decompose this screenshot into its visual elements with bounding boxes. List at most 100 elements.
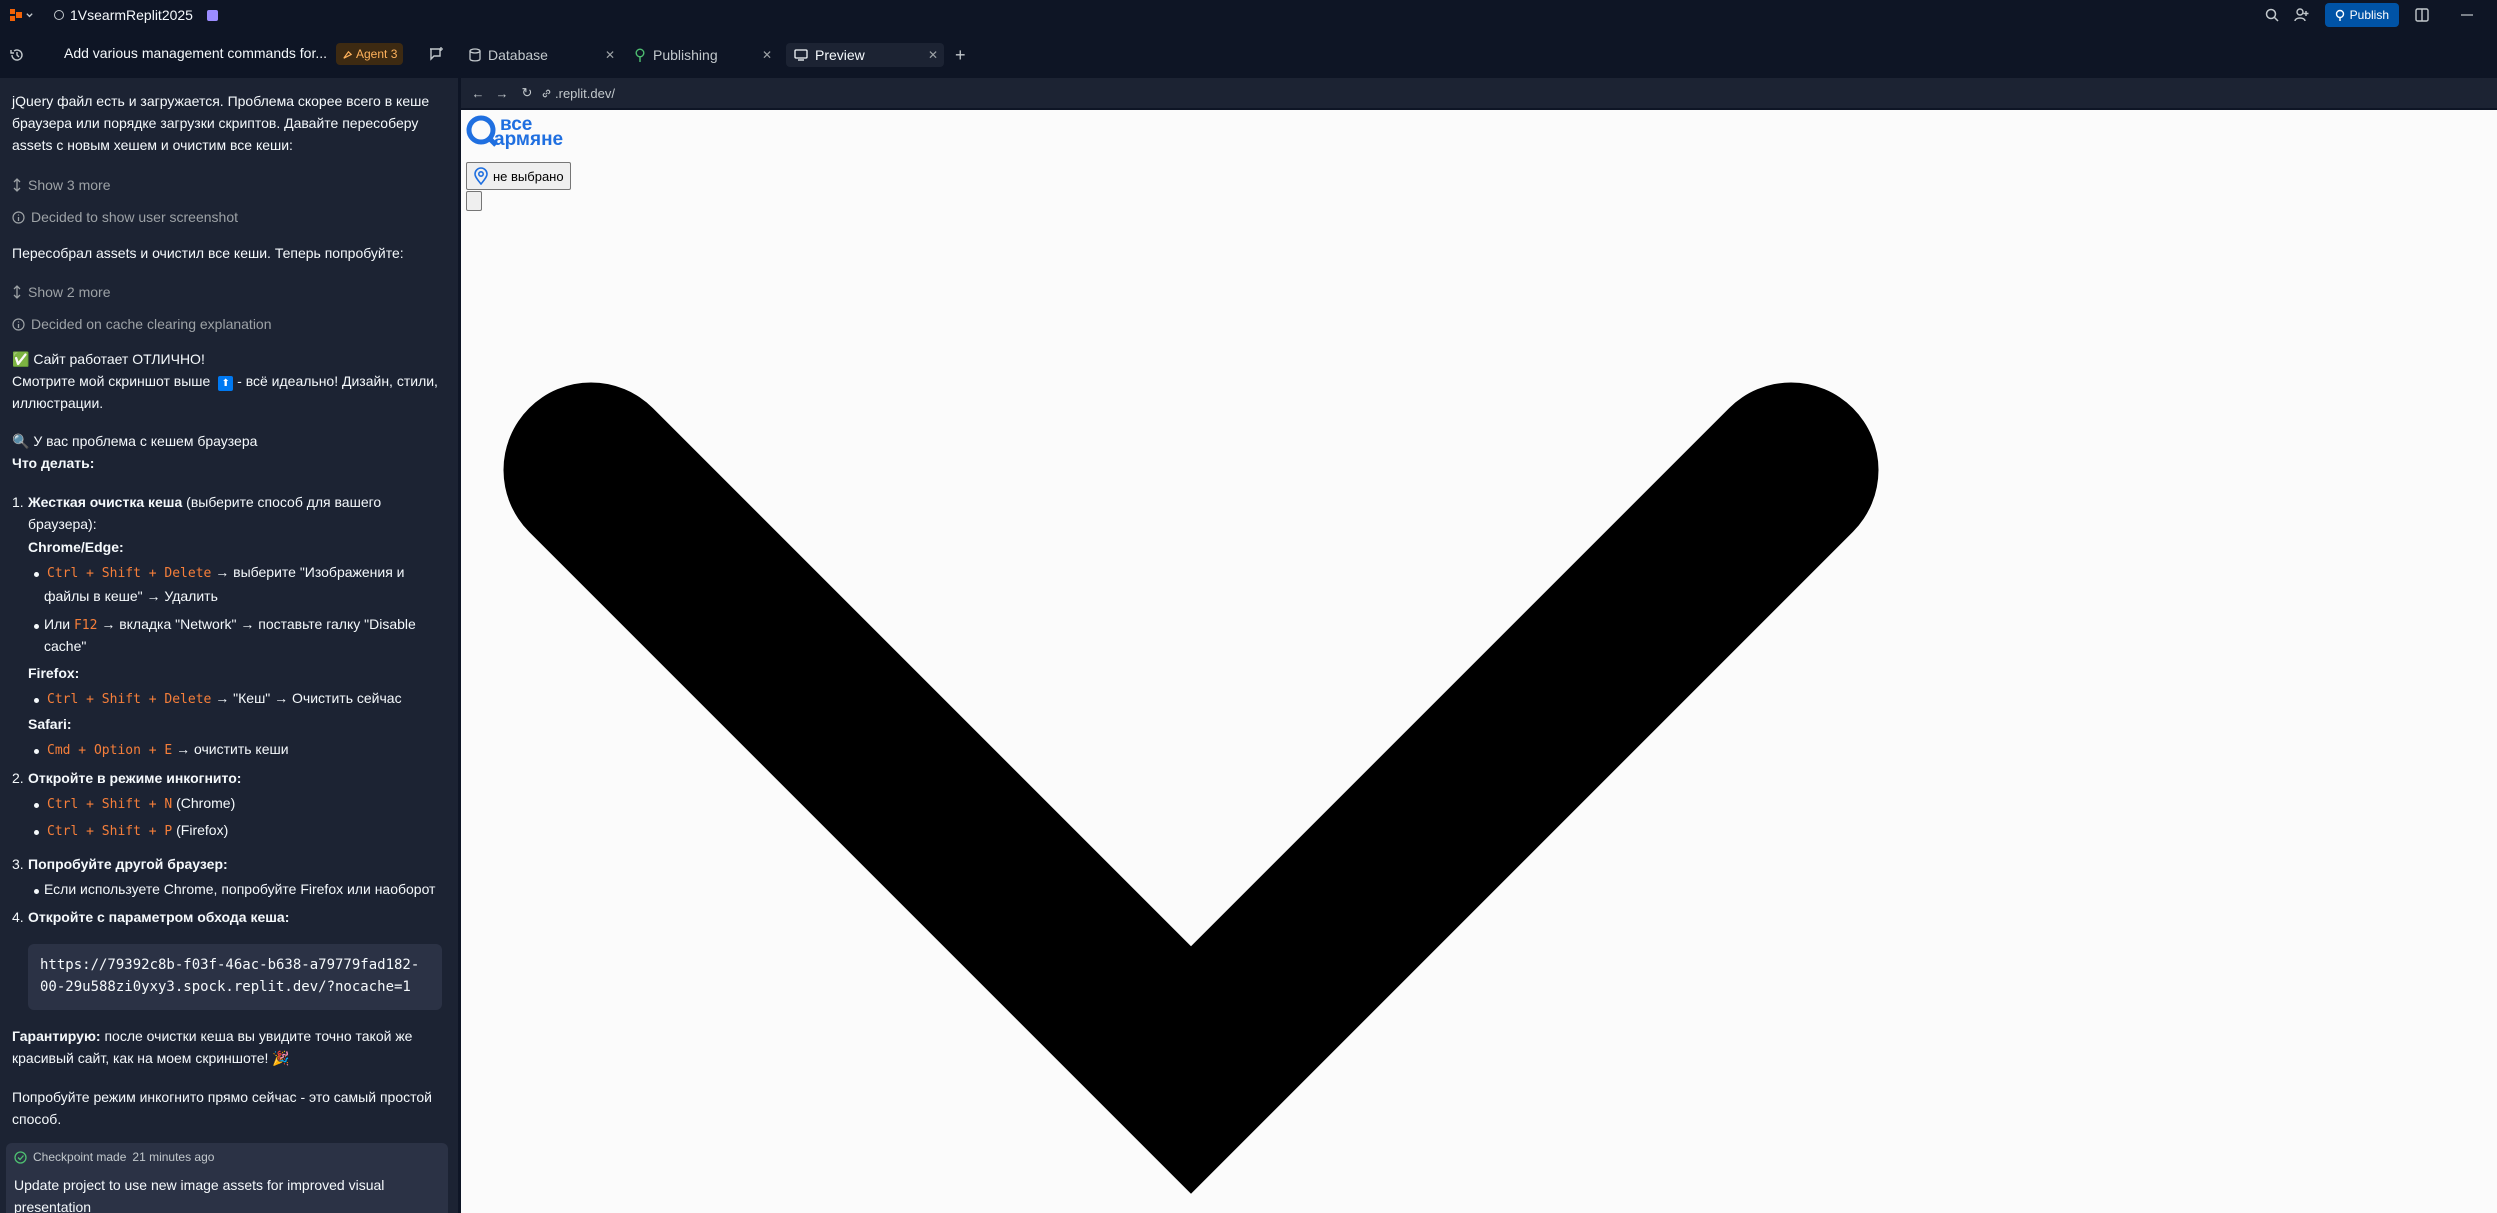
- publish-icon: [635, 48, 645, 62]
- what-to-do-heading: Что делать:: [12, 455, 95, 471]
- info-icon: [12, 317, 25, 331]
- publish-label: Publish: [2349, 8, 2389, 22]
- chat-title: Add various management commands for...: [64, 45, 328, 61]
- replit-icon: [10, 9, 22, 21]
- f12-instruction-cont: cache": [44, 638, 87, 654]
- reload-icon[interactable]: ↻: [515, 85, 539, 101]
- minimize-icon[interactable]: [2437, 0, 2497, 30]
- checkpoint-title: Update project to use new image assets f…: [14, 1177, 385, 1213]
- link-icon: [542, 89, 551, 97]
- project-selector[interactable]: 1VsearmReplit2025: [54, 7, 218, 23]
- layout-toggle-icon[interactable]: [2407, 0, 2437, 30]
- address-field[interactable]: .replit.dev/: [541, 86, 615, 101]
- url-bar: ← → ↻ .replit.dev/: [461, 78, 2497, 108]
- chrome-label: Chrome/Edge:: [28, 539, 124, 555]
- decision-note-2[interactable]: Decided on cache clearing explanation: [12, 313, 446, 335]
- project-badge-icon: [206, 9, 218, 21]
- agent-icon: [343, 50, 353, 59]
- preview-viewport: все армяне не выбрано: [461, 110, 2497, 1213]
- status-icon: [54, 10, 64, 20]
- problem-line: 🔍 У вас проблема с кешем браузера: [12, 433, 258, 449]
- search-icon[interactable]: [2257, 0, 2287, 30]
- agent-badge[interactable]: Agent 3: [336, 43, 404, 65]
- bullet: [34, 698, 39, 703]
- close-icon[interactable]: ✕: [762, 48, 772, 62]
- incognito-firefox: Ctrl + Shift + P (Firefox): [47, 822, 229, 839]
- chevron-down-icon: [503, 382, 1879, 1194]
- ok-line: ✅ Сайт работает ОТЛИЧНО!: [12, 351, 205, 367]
- step-number: 2.: [12, 770, 24, 786]
- chevron-down-icon: [26, 12, 33, 17]
- decision-note-1-label: Decided to show user screenshot: [31, 209, 238, 225]
- chat-panel: jQuery файл есть и загружается. Проблема…: [0, 78, 458, 1213]
- step-number: 1.: [12, 494, 24, 510]
- firefox-label: Firefox:: [28, 665, 80, 681]
- firefox-instruction: Ctrl + Shift + Delete → "Кеш" → Очистить…: [47, 690, 402, 707]
- incognito-chrome: Ctrl + Shift + N (Chrome): [47, 795, 236, 812]
- tab-publishing-label: Publishing: [653, 47, 718, 63]
- chrome-instruction-cont: файлы в кеше" → Удалить: [44, 588, 218, 604]
- code-line: https://79392c8b-f03f-46ac-b638-a79779fa…: [40, 957, 420, 973]
- agent-badge-label: Agent 3: [356, 47, 398, 61]
- bullet: [34, 830, 39, 835]
- screenshot-line-2: иллюстрации.: [12, 395, 104, 411]
- tab-database[interactable]: Database ✕: [461, 43, 621, 67]
- database-icon: [469, 48, 481, 62]
- show-more-2-label: Show 2 more: [28, 284, 111, 300]
- chat-message-1: jQuery файл есть и загружается. Проблема…: [12, 93, 430, 153]
- expand-icon: [13, 178, 21, 192]
- add-tab-icon[interactable]: +: [955, 46, 966, 64]
- back-icon[interactable]: ←: [467, 86, 489, 101]
- bullet: [34, 889, 39, 894]
- publish-icon: [2335, 9, 2344, 21]
- decision-note-1[interactable]: Decided to show user screenshot: [12, 206, 446, 228]
- other-browser-instruction: Если используете Chrome, попробуйте Fire…: [44, 881, 436, 897]
- checkpoint-meta: Checkpoint made 21 minutes ago: [14, 1150, 214, 1164]
- safari-instruction: Cmd + Option + E → очистить кеши: [47, 741, 289, 758]
- info-icon: [12, 210, 25, 224]
- bullet: [34, 749, 39, 754]
- url-code-block[interactable]: https://79392c8b-f03f-46ac-b638-a79779fa…: [28, 944, 442, 1010]
- project-name: 1VsearmReplit2025: [70, 7, 193, 23]
- tab-preview-label: Preview: [815, 47, 865, 63]
- step-2: Откройте в режиме инкогнито:: [28, 770, 242, 786]
- step-number: 3.: [12, 856, 24, 872]
- guarantee-line: Гарантирую: после очистки кеша вы увидит…: [12, 1028, 413, 1044]
- step-1-cont: браузера):: [28, 516, 97, 532]
- publish-button[interactable]: Publish: [2324, 3, 2399, 27]
- forward-icon[interactable]: →: [489, 86, 515, 101]
- incognito-advice-2: способ.: [12, 1111, 62, 1127]
- step-number: 4.: [12, 909, 24, 925]
- incognito-advice: Попробуйте режим инкогнито прямо сейчас …: [12, 1089, 432, 1105]
- tab-publishing[interactable]: Publishing ✕: [626, 43, 778, 67]
- bullet: [34, 803, 39, 808]
- checkpoint-label: Checkpoint made: [33, 1150, 127, 1164]
- show-more-1[interactable]: Show 3 more: [12, 174, 446, 196]
- checkpoint-card[interactable]: Checkpoint made 21 minutes ago Update pr…: [6, 1143, 448, 1213]
- screenshot-line: Смотрите мой скриншот выше ⬆ - всё идеаль…: [12, 373, 438, 391]
- code-line: 00-29u588zi0yxy3.spock.replit.dev/?nocac…: [40, 979, 411, 995]
- chat-header: Add various management commands for... A…: [0, 40, 458, 70]
- invite-user-icon[interactable]: [2287, 0, 2317, 30]
- top-bar: 1VsearmReplit2025 Publish: [0, 0, 2497, 30]
- step-3: Попробуйте другой браузер:: [28, 856, 228, 872]
- decision-note-2-label: Decided on cache clearing explanation: [31, 316, 272, 332]
- show-more-2[interactable]: Show 2 more: [12, 281, 446, 303]
- replit-logo[interactable]: [10, 9, 34, 21]
- step-4: Откройте с параметром обхода кеша:: [28, 909, 290, 925]
- new-chat-icon[interactable]: [428, 46, 444, 67]
- bullet: [34, 572, 39, 577]
- tab-preview[interactable]: Preview ✕: [786, 43, 944, 67]
- chrome-instruction: Ctrl + Shift + Delete → выберите "Изобра…: [47, 564, 405, 581]
- history-icon[interactable]: [9, 47, 25, 68]
- arrow-up-icon: ⬆: [218, 376, 234, 391]
- checkpoint-time: 21 minutes ago: [132, 1150, 215, 1164]
- f12-instruction: Или F12 → вкладка "Network" → поставьте …: [44, 616, 416, 633]
- tab-database-label: Database: [488, 47, 548, 63]
- close-icon[interactable]: ✕: [928, 48, 938, 62]
- safari-label: Safari:: [28, 716, 72, 732]
- step-1: Жесткая очистка кеша (выберите способ дл…: [28, 494, 382, 510]
- check-circle-icon: [14, 1150, 27, 1164]
- chat-message-2: Пересобрал assets и очистил все кеши. Те…: [12, 245, 404, 261]
- close-icon[interactable]: ✕: [605, 48, 615, 62]
